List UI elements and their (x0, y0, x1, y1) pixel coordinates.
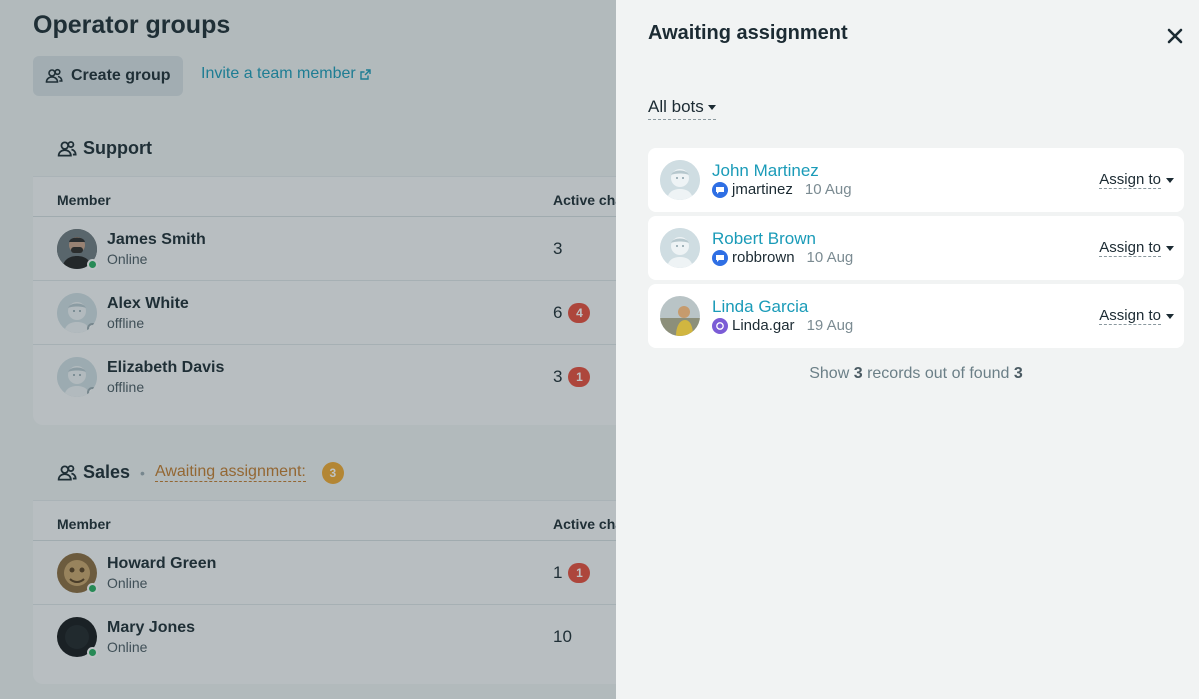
close-icon (1167, 28, 1183, 44)
assign-to-dropdown[interactable]: Assign to (1099, 239, 1174, 257)
contact-username: Linda.gar (732, 317, 795, 334)
bot-filter-value: All bots (648, 97, 704, 116)
awaiting-record[interactable]: Linda Garcia Linda.gar 19 Aug Assign to (648, 284, 1184, 348)
contact-date: 10 Aug (806, 249, 854, 266)
contact-username: robbrown (732, 249, 795, 266)
avatar (660, 160, 700, 200)
chevron-down-icon (707, 104, 716, 110)
bot-filter-dropdown[interactable]: All bots (648, 97, 716, 120)
assign-to-dropdown[interactable]: Assign to (1099, 171, 1174, 189)
contact-name-link[interactable]: Robert Brown (712, 229, 816, 249)
awaiting-assignment-drawer: Awaiting assignment All bots John Martin… (616, 0, 1199, 699)
contact-name-link[interactable]: Linda Garcia (712, 297, 808, 317)
messenger-icon (712, 181, 728, 198)
chevron-down-icon (1166, 313, 1174, 319)
drawer-title: Awaiting assignment (648, 22, 848, 44)
chevron-down-icon (1166, 177, 1174, 183)
avatar (660, 296, 700, 336)
awaiting-record[interactable]: John Martinez jmartinez 10 Aug Assign to (648, 148, 1184, 212)
close-button[interactable] (1165, 26, 1185, 46)
chevron-down-icon (1166, 245, 1174, 251)
assign-to-dropdown[interactable]: Assign to (1099, 307, 1174, 325)
records-summary: Show 3 records out of found 3 (809, 365, 1023, 382)
messenger-icon (712, 249, 728, 266)
contact-username: jmartinez (732, 181, 793, 198)
viber-icon (712, 317, 728, 334)
contact-name-link[interactable]: John Martinez (712, 161, 819, 181)
avatar (660, 228, 700, 268)
awaiting-record[interactable]: Robert Brown robbrown 10 Aug Assign to (648, 216, 1184, 280)
contact-date: 10 Aug (804, 181, 852, 198)
contact-date: 19 Aug (806, 317, 854, 334)
modal-backdrop[interactable] (0, 0, 616, 699)
